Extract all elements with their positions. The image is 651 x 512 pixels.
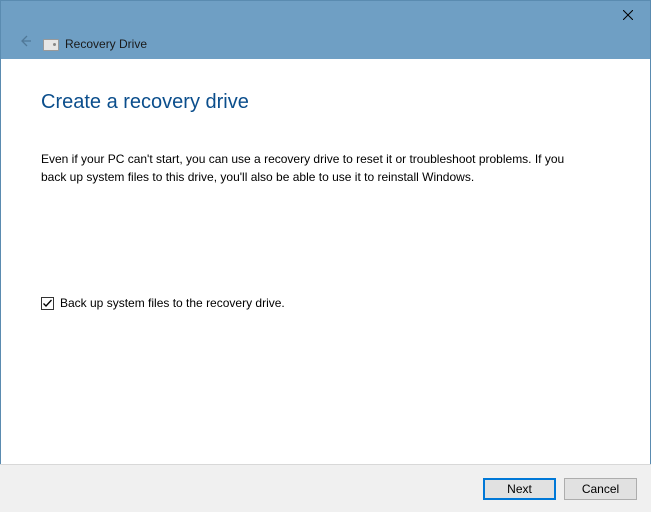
window-title: Recovery Drive bbox=[65, 37, 147, 51]
content-area: Create a recovery drive Even if your PC … bbox=[1, 59, 650, 310]
footer: Next Cancel bbox=[0, 464, 651, 512]
page-heading: Create a recovery drive bbox=[41, 91, 610, 114]
backup-checkbox-label: Back up system files to the recovery dri… bbox=[60, 296, 285, 310]
next-button[interactable]: Next bbox=[483, 478, 556, 500]
back-button bbox=[15, 31, 35, 51]
drive-icon bbox=[43, 39, 59, 51]
description-text: Even if your PC can't start, you can use… bbox=[41, 150, 581, 186]
close-icon bbox=[623, 10, 633, 20]
back-arrow-icon bbox=[17, 33, 33, 49]
checkmark-icon bbox=[42, 298, 53, 309]
backup-checkbox[interactable] bbox=[41, 297, 54, 310]
backup-checkbox-row[interactable]: Back up system files to the recovery dri… bbox=[41, 296, 610, 310]
cancel-button[interactable]: Cancel bbox=[564, 478, 637, 500]
close-button[interactable] bbox=[605, 1, 650, 29]
titlebar: Recovery Drive bbox=[1, 1, 650, 59]
